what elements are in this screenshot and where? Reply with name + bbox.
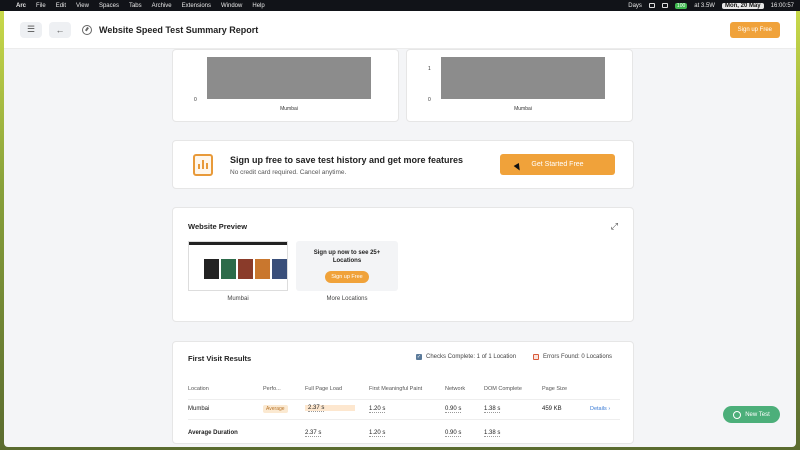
details-link[interactable]: Details › [590, 406, 610, 412]
menu-app-name[interactable]: Arc [16, 3, 26, 9]
col-page-size[interactable]: Page Size [542, 386, 567, 392]
expand-icon[interactable]: ⤢ [611, 221, 618, 232]
cell-full-page-load: 2.37 s [305, 405, 355, 412]
days-status[interactable]: Days [628, 3, 642, 9]
power-status[interactable]: at 3.5W [694, 3, 715, 9]
menubar-date[interactable]: Mon, 20 May [721, 2, 764, 9]
browser-frame: ☰ ← Website Speed Test Summary Report Si… [0, 11, 800, 450]
check-icon: ✓ [416, 354, 422, 360]
average-label: Average Duration [188, 430, 238, 436]
avg-dom: 1.38 s [484, 430, 501, 437]
performance-badge: Average [263, 405, 288, 413]
menu-help[interactable]: Help [252, 3, 264, 9]
signup-promo-card: Sign up free to save test history and ge… [172, 140, 634, 189]
error-icon [533, 354, 539, 360]
avg-full-page-load: 2.37 s [305, 430, 322, 437]
cell-dom: 1.38 s [484, 406, 501, 413]
col-network[interactable]: Network [445, 386, 465, 392]
cell-location: Mumbai [188, 406, 210, 412]
menu-window[interactable]: Window [221, 3, 242, 9]
speedometer-icon [82, 24, 92, 35]
new-test-label: New Test [745, 411, 770, 418]
avg-dom-value: 1.38 s [484, 430, 501, 437]
thumbnail-location-label: Mumbai [227, 296, 249, 302]
errors-found-text: Errors Found: 0 Locations [543, 354, 613, 360]
macos-menubar: Arc File Edit View Spaces Tabs Archive E… [0, 0, 800, 11]
bar-chart-2: 1 0 Mumbai [428, 57, 605, 112]
chart-card-2: 1 0 Mumbai [406, 49, 633, 122]
back-arrow-icon[interactable]: ← [49, 21, 71, 38]
avg-full-load-value: 2.37 s [305, 430, 322, 437]
more-locations-label: More Locations [326, 296, 368, 302]
battery-status[interactable]: 100 [674, 2, 688, 9]
col-dom-complete[interactable]: DOM Complete [484, 386, 522, 392]
menu-file[interactable]: File [36, 3, 46, 9]
signup-free-button[interactable]: Sign up Free [729, 21, 780, 38]
new-test-button[interactable]: New Test [723, 406, 780, 423]
network-value: 0.90 s [445, 406, 462, 413]
display-icon[interactable] [648, 3, 655, 8]
full-load-value: 2.37 s [308, 405, 325, 412]
menubar-time[interactable]: 16:00:57 [771, 3, 794, 9]
menu-tabs[interactable]: Tabs [129, 3, 142, 9]
errors-found-status: Errors Found: 0 Locations [533, 354, 612, 360]
website-preview-card: Website Preview ⤢ Mumbai Sign up now to … [172, 207, 634, 322]
avg-network-value: 0.90 s [445, 430, 462, 437]
y-tick-0: 0 [428, 97, 431, 103]
x-category-mumbai: Mumbai [514, 106, 532, 112]
page: ☰ ← Website Speed Test Summary Report Si… [4, 11, 796, 447]
cell-network: 0.90 s [445, 406, 462, 413]
bar-mumbai [207, 57, 371, 99]
record-icon[interactable] [661, 3, 668, 8]
more-locations-box: Sign up now to see 25+ Locations Sign up… [296, 241, 398, 291]
promo-subtitle: No credit card required. Cancel anytime. [230, 169, 347, 176]
menu-extensions[interactable]: Extensions [182, 3, 211, 9]
thumbnail-image [204, 259, 287, 279]
col-full-page-load[interactable]: Full Page Load [305, 386, 342, 392]
y-tick-1: 1 [428, 66, 431, 72]
report-chart-icon [193, 154, 213, 176]
chart-card-1: 0 Mumbai [172, 49, 399, 122]
x-category-mumbai: Mumbai [280, 106, 298, 112]
menu-icon[interactable]: ☰ [20, 21, 42, 38]
avg-fmp-value: 1.20 s [369, 430, 386, 437]
fmp-value: 1.20 s [369, 406, 386, 413]
col-performance[interactable]: Perfo... [263, 386, 281, 392]
menu-view[interactable]: View [76, 3, 89, 9]
col-location[interactable]: Location [188, 386, 209, 392]
bar-mumbai [441, 57, 605, 99]
row-divider [188, 399, 620, 400]
row-divider [188, 419, 620, 420]
checks-complete-status: ✓ Checks Complete: 1 of 1 Location [416, 354, 516, 360]
menu-spaces[interactable]: Spaces [99, 3, 119, 9]
bar-chart-1: 0 Mumbai [194, 57, 371, 112]
avg-fmp: 1.20 s [369, 430, 386, 437]
check-circle-icon [733, 410, 742, 419]
checks-complete-text: Checks Complete: 1 of 1 Location [426, 354, 517, 360]
preview-thumbnail[interactable] [188, 241, 288, 291]
y-tick-0: 0 [194, 97, 197, 103]
promo-title: Sign up free to save test history and ge… [230, 155, 464, 165]
menu-archive[interactable]: Archive [152, 3, 172, 9]
cell-fmp: 1.20 s [369, 406, 386, 413]
menu-edit[interactable]: Edit [56, 3, 66, 9]
cell-page-size: 459 KB [542, 406, 562, 412]
dom-value: 1.38 s [484, 406, 501, 413]
more-signup-button[interactable]: Sign up Free [325, 271, 369, 283]
results-title: First Visit Results [188, 354, 252, 363]
first-visit-results-card: First Visit Results ✓ Checks Complete: 1… [172, 341, 634, 444]
page-title: Website Speed Test Summary Report [99, 24, 259, 35]
top-header: ☰ ← Website Speed Test Summary Report Si… [4, 11, 796, 49]
more-locations-text: Sign up now to see 25+ Locations [313, 250, 381, 264]
preview-title: Website Preview [188, 222, 248, 231]
avg-network: 0.90 s [445, 430, 462, 437]
col-first-meaningful-paint[interactable]: First Meaningful Paint [369, 386, 422, 392]
